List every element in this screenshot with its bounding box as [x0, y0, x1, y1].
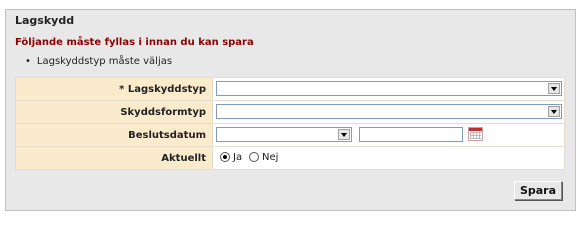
field-label: Aktuellt: [15, 146, 213, 170]
error-list: • Lagskyddstyp måste väljas: [15, 56, 172, 67]
form-row-skyddsformtyp: Skyddsformtyp: [15, 100, 565, 124]
aktuellt-nej-radio[interactable]: [249, 152, 259, 162]
chevron-down-icon[interactable]: [548, 106, 560, 117]
error-title: Följande måste fyllas i innan du kan spa…: [15, 37, 254, 48]
lagskydd-panel: Lagskydd Följande måste fyllas i innan d…: [5, 9, 576, 211]
error-item: Lagskyddstyp måste väljas: [36, 56, 173, 67]
lagskyddstyp-select[interactable]: [216, 81, 562, 96]
field-label: * Lagskyddstyp: [15, 77, 213, 101]
field-label: Skyddsformtyp: [15, 100, 213, 124]
lagskydd-form: * Lagskyddstyp Skyddsformtyp Beslutsdatu…: [15, 77, 565, 170]
form-row-lagskyddstyp: * Lagskyddstyp: [15, 77, 565, 101]
chevron-down-icon[interactable]: [338, 129, 350, 140]
beslutsdatum-input[interactable]: [359, 127, 463, 142]
radio-label-ja: Ja: [233, 152, 243, 163]
chevron-down-icon[interactable]: [548, 83, 560, 94]
calendar-icon[interactable]: [468, 127, 483, 141]
skyddsformtyp-select[interactable]: [216, 104, 562, 119]
save-button[interactable]: Spara: [514, 181, 562, 200]
panel-title: Lagskydd: [15, 14, 75, 27]
form-row-aktuellt: Aktuellt Ja Nej: [15, 146, 565, 170]
radio-label-nej: Nej: [262, 152, 279, 163]
form-row-beslutsdatum: Beslutsdatum: [15, 123, 565, 147]
bullet-icon: •: [25, 56, 31, 67]
field-label: Beslutsdatum: [15, 123, 213, 147]
aktuellt-ja-radio[interactable]: [220, 152, 230, 162]
beslutsdatum-select[interactable]: [216, 127, 352, 142]
